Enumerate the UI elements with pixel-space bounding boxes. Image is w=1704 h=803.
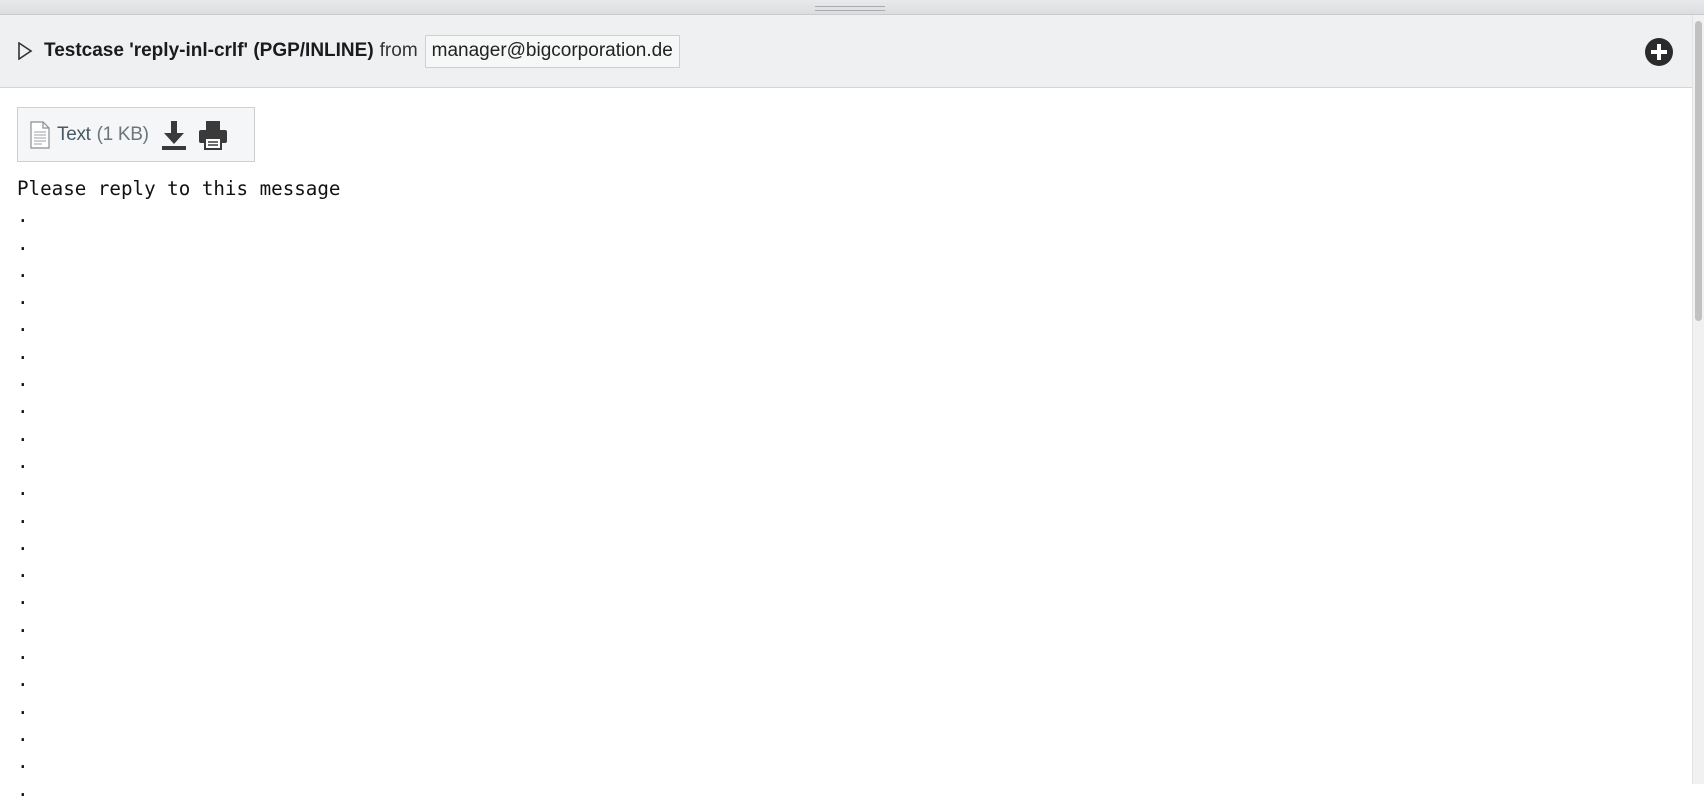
body-line: . xyxy=(17,695,29,719)
scrollbar-thumb[interactable] xyxy=(1695,21,1702,321)
body-line: Please reply to this message xyxy=(17,177,341,200)
expand-header-icon[interactable] xyxy=(16,41,34,61)
body-line: . xyxy=(17,313,29,337)
vertical-scrollbar[interactable] xyxy=(1692,15,1704,784)
resize-grip-handle[interactable] xyxy=(815,6,885,11)
attachment-size: (1 KB) xyxy=(96,123,149,145)
body-line: . xyxy=(17,504,29,528)
attachment-name[interactable]: Text xyxy=(57,124,91,146)
message-subject: Testcase 'reply-inl-crlf' (PGP/INLINE) xyxy=(44,40,374,61)
plus-circle-icon[interactable] xyxy=(1644,37,1674,67)
body-line: . xyxy=(17,777,29,801)
body-line: . xyxy=(17,586,29,610)
body-line: . xyxy=(17,258,29,282)
sender-address[interactable]: manager@bigcorporation.de xyxy=(424,34,680,68)
body-line: . xyxy=(17,750,29,774)
body-line: . xyxy=(17,722,29,746)
message-body: Please reply to this message............… xyxy=(17,175,340,803)
download-icon[interactable] xyxy=(159,119,189,151)
body-line: . xyxy=(17,340,29,364)
body-line: . xyxy=(17,395,29,419)
body-line: . xyxy=(17,286,29,310)
text-document-icon xyxy=(29,120,51,149)
pane-resize-strip[interactable] xyxy=(0,0,1704,15)
body-line: . xyxy=(17,531,29,555)
message-header: Testcase 'reply-inl-crlf' (PGP/INLINE) f… xyxy=(0,15,1692,88)
printer-icon[interactable] xyxy=(197,119,229,151)
body-line: . xyxy=(17,668,29,692)
body-line: . xyxy=(17,641,29,665)
body-line: . xyxy=(17,204,29,228)
body-line: . xyxy=(17,613,29,637)
body-line: . xyxy=(17,231,29,255)
from-label: from xyxy=(379,40,418,61)
attachment-chip[interactable]: Text (1 KB) xyxy=(17,107,255,162)
body-line: . xyxy=(17,477,29,501)
body-line: . xyxy=(17,449,29,473)
body-line: . xyxy=(17,559,29,583)
body-line: . xyxy=(17,368,29,392)
body-line: . xyxy=(17,422,29,446)
